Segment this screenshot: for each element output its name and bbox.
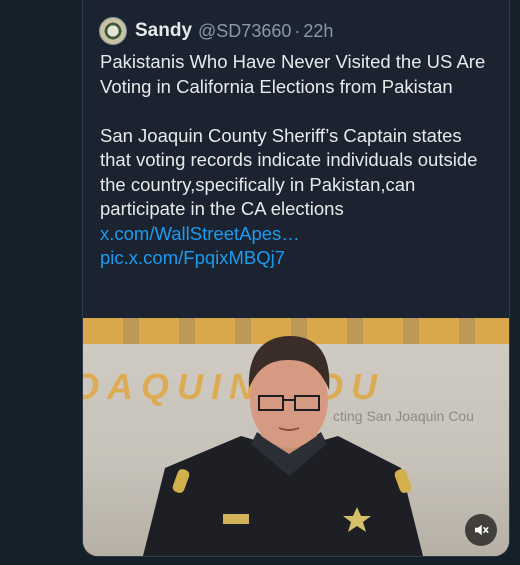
pic-link[interactable]: pic.x.com/FpqixMBQj7 <box>100 247 285 268</box>
speaker-muted-icon <box>475 524 489 536</box>
timeline-page: Sandy @SD73660 · 22h Pakistanis Who Have… <box>0 0 520 565</box>
mute-button[interactable] <box>465 514 497 546</box>
tweet-header: Sandy @SD73660 · 22h <box>99 14 333 48</box>
user-handle[interactable]: @SD73660 <box>198 21 291 42</box>
tweet-card[interactable]: Sandy @SD73660 · 22h Pakistanis Who Have… <box>82 0 510 557</box>
timestamp[interactable]: 22h <box>303 21 333 42</box>
tweet-body: San Joaquin County Sheriff’s Captain sta… <box>100 124 483 220</box>
tweet-headline: Pakistanis Who Have Never Visited the US… <box>100 51 491 97</box>
video-media[interactable]: OAQUIN COU cting San Joaquin Cou <box>83 318 509 556</box>
external-link[interactable]: x.com/WallStreetApes… <box>100 223 300 244</box>
display-name[interactable]: Sandy <box>135 20 192 42</box>
speaker-figure <box>143 336 423 556</box>
avatar[interactable] <box>99 17 127 45</box>
separator-dot: · <box>294 20 301 41</box>
name-tag <box>223 514 249 524</box>
tweet-text: Pakistanis Who Have Never Visited the US… <box>100 50 495 271</box>
